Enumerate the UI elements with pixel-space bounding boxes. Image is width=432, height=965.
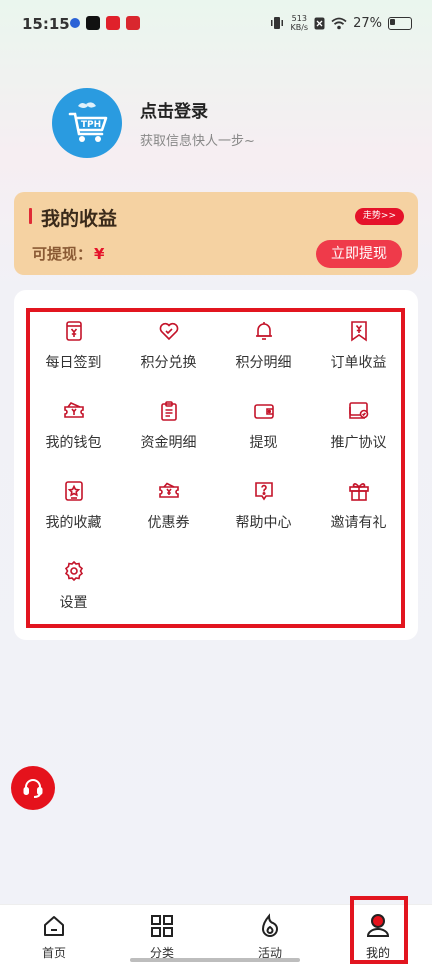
avatar-logo-text: TPH (81, 120, 101, 130)
menu-item-points-exchange[interactable]: 积分兑换 (121, 316, 216, 396)
login-subtitle: 获取信息快人一步~ (140, 134, 255, 149)
menu-item-daily-checkin[interactable]: 每日签到 (26, 316, 121, 396)
status-right: 513 KB/s 27% (270, 14, 412, 32)
tab-category[interactable]: 分类 (108, 905, 216, 965)
menu-item-fund-details[interactable]: 资金明细 (121, 396, 216, 476)
menu-item-label: 我的收藏 (45, 515, 102, 531)
menu-item-label: 积分兑换 (140, 355, 197, 371)
menu-item-label: 我的钱包 (45, 435, 102, 451)
tab-activity[interactable]: 活动 (216, 905, 324, 965)
headset-icon (23, 779, 43, 798)
battery-percent: 27% (353, 15, 382, 31)
withdraw-now-button[interactable]: 立即提现 (316, 240, 402, 268)
wallet-icon (253, 404, 274, 419)
menu-item-label: 邀请有礼 (330, 515, 387, 531)
star-box-icon (64, 481, 83, 501)
agreement-card-icon (348, 402, 368, 419)
menu-item-label: 资金明细 (140, 435, 197, 451)
menu-card: 每日签到 积分兑换 积分明细 订单收益 我的钱包 资金明细 提现 推广协议 我的… (14, 290, 418, 640)
gear-icon (64, 560, 83, 582)
status-bar: 15:15 513 KB/s 27% (0, 0, 432, 50)
withdrawable-amount: 可提现： ¥ (32, 243, 104, 264)
home-icon (44, 916, 64, 936)
gift-icon (348, 483, 369, 501)
menu-item-withdraw[interactable]: 提现 (216, 396, 311, 476)
login-title[interactable]: 点击登录 (140, 97, 255, 122)
customer-service-button[interactable] (11, 766, 55, 810)
notification-icons (70, 16, 140, 30)
earnings-card: 我的收益 走势>> 可提现： ¥ 立即提现 (14, 192, 418, 275)
sim-off-icon (314, 17, 325, 29)
notification-app-icon (106, 16, 120, 30)
withdrawable-label: 可提现： (32, 245, 93, 263)
menu-item-label: 订单收益 (330, 355, 387, 371)
menu-item-label: 优惠券 (147, 515, 190, 531)
profile-header[interactable]: TPH 点击登录 获取信息快人一步~ (52, 88, 255, 158)
coupon-icon (158, 482, 179, 498)
menu-item-order-earnings[interactable]: 订单收益 (311, 316, 406, 396)
tab-highlight-frame (350, 896, 408, 964)
wifi-icon (331, 17, 347, 29)
menu-item-label: 提现 (249, 435, 278, 451)
menu-item-label: 设置 (59, 595, 88, 611)
tab-home[interactable]: 首页 (0, 905, 108, 965)
tiktok-icon (86, 16, 100, 30)
calendar-yen-icon (65, 321, 82, 341)
menu-item-label: 帮助中心 (235, 515, 292, 531)
notification-app-icon (126, 16, 140, 30)
menu-item-settings[interactable]: 设置 (26, 556, 121, 636)
menu-item-my-wallet[interactable]: 我的钱包 (26, 396, 121, 476)
menu-item-label: 积分明细 (235, 355, 292, 371)
menu-item-invite-gift[interactable]: 邀请有礼 (311, 476, 406, 556)
grid-icon (151, 915, 173, 937)
net-speed-value: 513 (291, 14, 307, 23)
profile-text[interactable]: 点击登录 获取信息快人一步~ (140, 97, 255, 149)
flame-icon (261, 913, 279, 938)
cart-logo-icon: TPH (68, 102, 108, 142)
net-speed-unit: KB/s (290, 23, 309, 32)
battery-icon (388, 16, 412, 30)
earnings-title: 我的收益 (41, 208, 118, 230)
earnings-accent-bar (29, 208, 32, 224)
menu-item-promo-agreement[interactable]: 推广协议 (311, 396, 406, 476)
status-time: 15:15 (22, 15, 70, 33)
avatar[interactable]: TPH (52, 88, 122, 158)
menu-item-points-detail[interactable]: 积分明细 (216, 316, 311, 396)
menu-item-help-center[interactable]: 帮助中心 (216, 476, 311, 556)
home-indicator (130, 958, 300, 962)
net-speed: 513 KB/s (290, 14, 308, 32)
trend-button[interactable]: 走势>> (354, 208, 404, 225)
menu-item-coupons[interactable]: 优惠券 (121, 476, 216, 556)
notification-app-icon (70, 18, 80, 28)
menu-grid: 每日签到 积分兑换 积分明细 订单收益 我的钱包 资金明细 提现 推广协议 我的… (26, 316, 406, 636)
menu-item-label: 推广协议 (330, 435, 387, 451)
heart-icon (159, 322, 178, 341)
vibrate-icon (271, 17, 284, 29)
menu-item-my-favorites[interactable]: 我的收藏 (26, 476, 121, 556)
bell-icon (255, 322, 272, 340)
clipboard-icon (160, 401, 177, 421)
menu-item-label: 每日签到 (45, 355, 102, 371)
wallet-ticket-icon (63, 402, 84, 418)
receipt-yen-icon (350, 321, 367, 342)
tab-label: 首页 (41, 946, 66, 960)
currency-symbol: ¥ (94, 245, 105, 263)
help-icon (254, 482, 273, 501)
